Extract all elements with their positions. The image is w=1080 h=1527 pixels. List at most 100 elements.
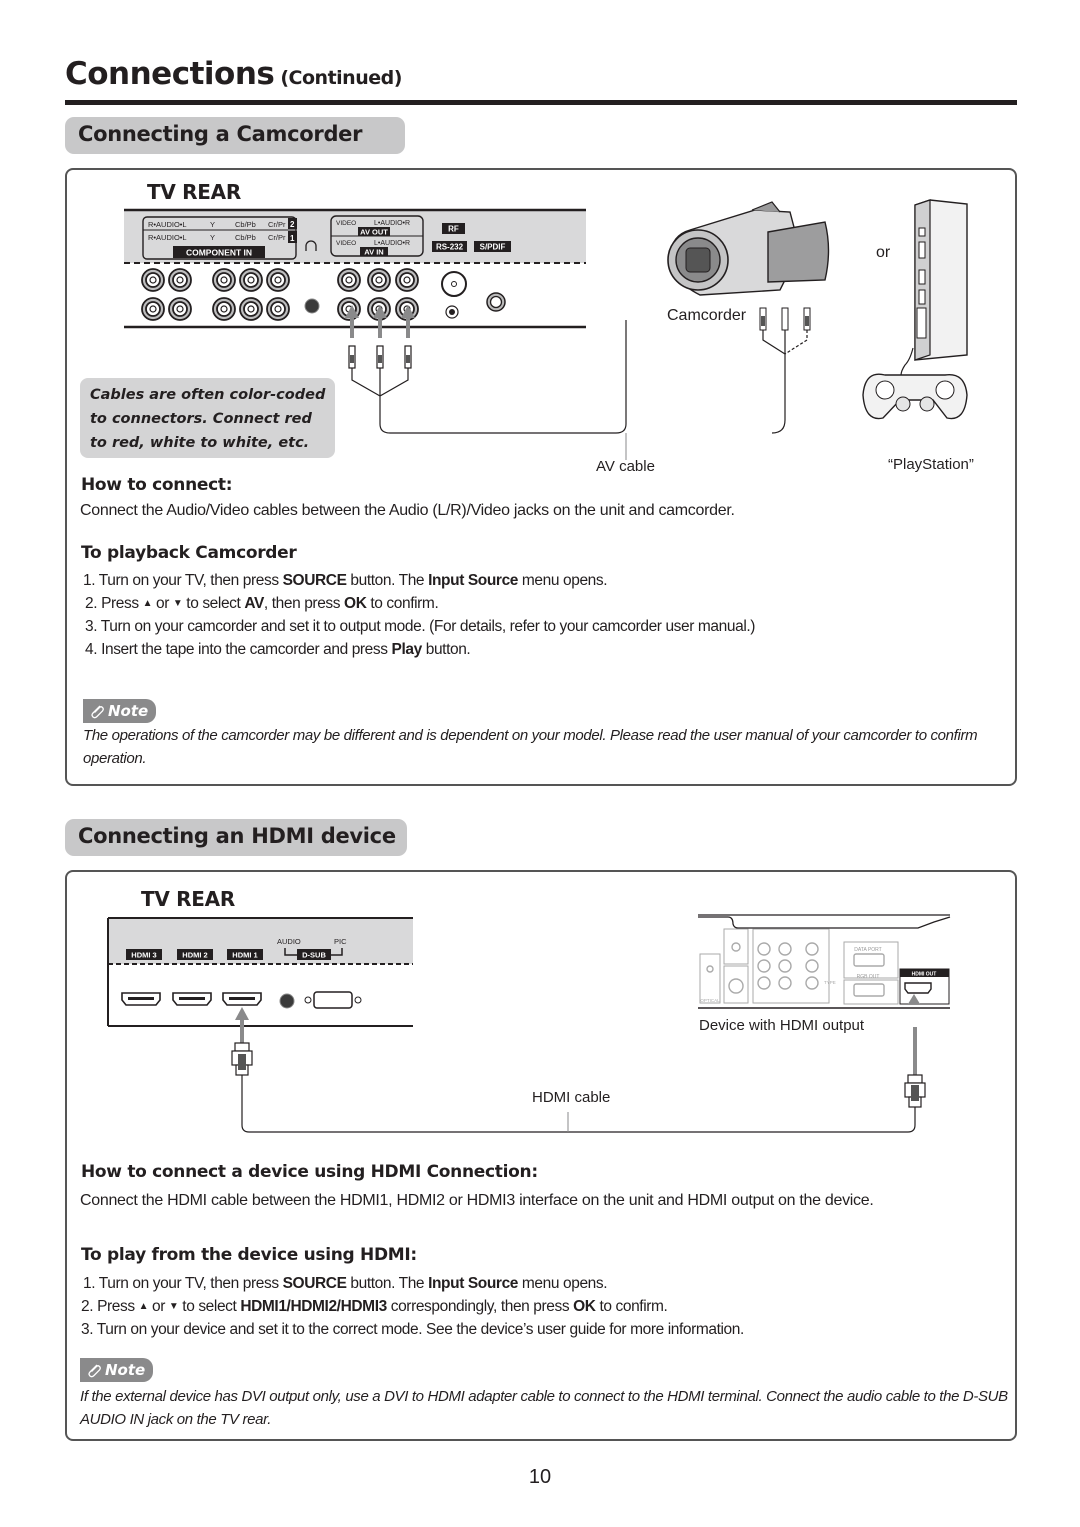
component-row2-audio: R•AUDIO•L: [148, 220, 187, 229]
hdmi-source-names: HDMI1/HDMI2/HDMI3: [240, 1298, 387, 1315]
note-badge: Note: [83, 699, 157, 723]
dsub-audio-label: AUDIO: [277, 937, 301, 946]
play-button-name: Play: [391, 641, 423, 658]
vga-port: [313, 991, 353, 1009]
step-text: to select: [178, 1298, 241, 1315]
hdmi-how-to-connect-heading: How to connect a device using HDMI Conne…: [81, 1162, 538, 1182]
up-arrow-icon: ▲: [142, 598, 153, 609]
av-out-audio-label: L•AUDIO•R: [374, 220, 410, 227]
step-text: or: [148, 1298, 169, 1315]
paperclip-icon: [88, 1364, 101, 1378]
hdmi1-label: HDMI 1: [232, 951, 257, 960]
av-in-video-label: VIDEO: [336, 240, 356, 247]
rca-jack: [266, 297, 290, 321]
step-text: to select: [182, 595, 245, 612]
rgb-out-label: RGB OUT: [857, 974, 880, 980]
step-text: or: [152, 595, 173, 612]
step-text: button.: [421, 641, 471, 658]
down-arrow-icon: ▼: [172, 598, 183, 609]
up-arrow-icon: ▲: [138, 1301, 149, 1312]
rca-jack: [239, 268, 263, 292]
dsub-audio-jack: [279, 993, 295, 1009]
note-badge: Note: [80, 1358, 154, 1382]
tv-rear-label: TV REAR: [147, 180, 241, 204]
hdmi-play-heading: To play from the device using HDMI:: [81, 1245, 417, 1265]
step-text: Insert the tape into the camcorder and p…: [101, 641, 392, 658]
how-to-connect-heading: How to connect:: [81, 475, 233, 495]
hdmi-how-to-connect-text: Connect the HDMI cable between the HDMI1…: [80, 1192, 874, 1209]
hdmi-step-3: 3. Turn on your device and set it to the…: [81, 1321, 744, 1339]
source-button-name: SOURCE: [282, 572, 347, 589]
step-number: 1.: [83, 572, 96, 589]
step-number: 2.: [85, 595, 98, 612]
optical-label: OPTICAL: [700, 998, 720, 1003]
step-text: button. The: [346, 572, 429, 589]
component-row1-y: Y: [210, 233, 215, 242]
title-rule: [65, 100, 1017, 105]
section-heading-camcorder: Connecting a Camcorder: [65, 117, 405, 154]
step-text: Turn on your device and set it to the co…: [96, 1321, 745, 1338]
rf-jack: [441, 271, 467, 297]
hdmi3-label: HDMI 3: [131, 951, 156, 960]
step-number: 3.: [81, 1321, 94, 1338]
av-out-video-label: VIDEO: [336, 220, 356, 227]
step-number: 1.: [83, 1275, 96, 1292]
playback-step-4: 4. Insert the tape into the camcorder an…: [85, 641, 471, 659]
component-row1-cb: Cb/Pb: [235, 233, 256, 242]
camcorder-note-text: The operations of the camcorder may be d…: [83, 727, 978, 767]
camcorder-icon: [667, 201, 830, 296]
page-number: 10: [528, 1466, 552, 1488]
rca-jack: [212, 268, 236, 292]
page-title: Connections (Continued): [65, 56, 402, 92]
rca-jack: [212, 297, 236, 321]
component-row2-y: Y: [210, 220, 215, 229]
hdmi-step-2: 2. Press ▲ or ▼ to select HDMI1/HDMI2/HD…: [81, 1298, 668, 1316]
av-source-name: AV: [244, 595, 264, 612]
step-text: Press: [101, 595, 143, 612]
hdmi-note-text: If the external device has DVI output on…: [80, 1388, 1008, 1428]
input-source-menu-name: Input Source: [428, 572, 519, 589]
rca-jack: [141, 268, 165, 292]
av-in-label: AV IN: [364, 248, 383, 257]
camcorder-label: Camcorder: [667, 307, 747, 324]
hdmi-cable-label: HDMI cable: [532, 1089, 611, 1106]
av-out-label: AV OUT: [360, 228, 388, 237]
rca-jack: [395, 268, 419, 292]
playback-step-2: 2. Press ▲ or ▼ to select AV, then press…: [85, 595, 439, 613]
section-heading-hdmi: Connecting an HDMI device: [65, 819, 407, 856]
headphone-jack: [304, 298, 320, 314]
step-text: to confirm.: [595, 1298, 668, 1315]
hdmi-source-device-icon: DATA PORT RGB OUT OPTICAL TYPE HDMI OUT: [698, 914, 951, 1009]
playback-heading: To playback Camcorder: [81, 543, 297, 563]
hdmi2-label: HDMI 2: [182, 951, 207, 960]
av-in-audio-label: L•AUDIO•R: [374, 240, 410, 247]
how-to-connect-text: Connect the Audio/Video cables between t…: [80, 502, 735, 519]
rs232-label: RS-232: [436, 243, 464, 252]
component-in-label: COMPONENT IN: [186, 248, 252, 258]
rf-label: RF: [448, 225, 459, 234]
rca-jack: [337, 268, 361, 292]
paperclip-icon: [91, 705, 104, 719]
av-cable-diagram: [345, 305, 811, 460]
rca-jack: [239, 297, 263, 321]
step-text: Press: [97, 1298, 139, 1315]
page-title-suffix: (Continued): [280, 67, 402, 89]
tv-rear-label-hdmi: TV REAR: [141, 887, 235, 911]
step-text: to confirm.: [366, 595, 439, 612]
rca-jack: [141, 297, 165, 321]
data-port-label: DATA PORT: [854, 947, 882, 953]
type-label: TYPE: [824, 980, 836, 985]
component-row1-num: 1: [290, 234, 295, 243]
source-button-name: SOURCE: [282, 1275, 347, 1292]
rca-jack: [168, 268, 192, 292]
dsub-label: D-SUB: [302, 951, 326, 960]
page-title-main: Connections: [65, 56, 275, 92]
step-number: 4.: [85, 641, 98, 658]
hdmi-out-label: HDMI OUT: [912, 972, 937, 978]
rca-jack: [266, 268, 290, 292]
component-row1-audio: R•AUDIO•L: [148, 233, 187, 242]
step-text: Turn on your TV, then press: [98, 1275, 283, 1292]
rca-jack: [168, 297, 192, 321]
step-number: 2.: [81, 1298, 94, 1315]
input-source-menu-name: Input Source: [428, 1275, 519, 1292]
